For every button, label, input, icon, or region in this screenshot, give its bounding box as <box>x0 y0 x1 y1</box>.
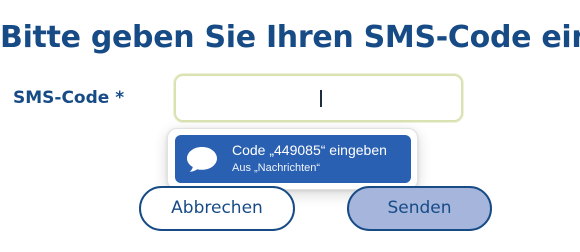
message-bubble-icon <box>187 147 217 172</box>
sms-autofill-popup: Code „449085“ eingeben Aus „Nachrichten“ <box>167 128 418 190</box>
page-title: Bitte geben Sie Ihren SMS-Code ein <box>0 20 580 55</box>
send-button[interactable]: Senden <box>347 186 492 231</box>
sms-code-input[interactable] <box>174 74 463 122</box>
sms-code-suggestion[interactable]: Code „449085“ eingeben Aus „Nachrichten“ <box>175 135 411 183</box>
suggestion-code-text: Code „449085“ eingeben <box>232 142 387 158</box>
text-cursor <box>320 90 322 107</box>
sms-code-label: SMS-Code * <box>13 88 125 108</box>
cancel-button[interactable]: Abbrechen <box>139 186 295 231</box>
suggestion-source-text: Aus „Nachrichten“ <box>232 162 321 174</box>
